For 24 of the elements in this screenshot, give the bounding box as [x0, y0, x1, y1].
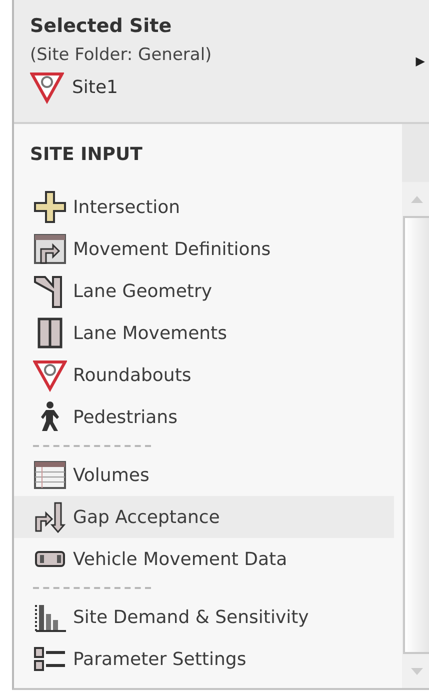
site-folder: (Site Folder: General) [30, 44, 212, 67]
menu-item[interactable]: Lane Geometry [14, 270, 394, 312]
menu-item[interactable]: Movement Definitions [14, 228, 394, 270]
header-title: Selected Site [30, 14, 173, 39]
site-name: Site1 [72, 76, 118, 98]
menu-item[interactable]: Vehicle Movement Data [14, 538, 394, 580]
menu-item[interactable]: Gap Acceptance [14, 496, 394, 538]
section-title: SITE INPUT [29, 143, 144, 167]
cross-icon [33, 190, 67, 224]
menu-item[interactable]: Lane Movements [14, 312, 394, 354]
merge-arrow-icon [33, 500, 67, 534]
yield-roundabout-icon [33, 358, 67, 392]
menu-item[interactable]: Parameter Settings [14, 638, 394, 680]
table-icon [33, 458, 67, 492]
menu-item[interactable]: Volumes [14, 454, 394, 496]
yield-roundabout-icon [30, 70, 64, 104]
expand-arrow[interactable]: ▶ [416, 54, 425, 68]
menu-item[interactable]: Pedestrians [14, 396, 394, 438]
scroll-down-icon[interactable] [410, 668, 422, 674]
menu-item[interactable]: Roundabouts [14, 354, 394, 396]
scrollbar-thumb[interactable] [403, 216, 429, 654]
menu-item[interactable]: Intersection [14, 186, 394, 228]
scroll-up-icon[interactable] [410, 196, 422, 202]
menu-item[interactable]: Site Demand & Sensitivity [14, 596, 394, 638]
